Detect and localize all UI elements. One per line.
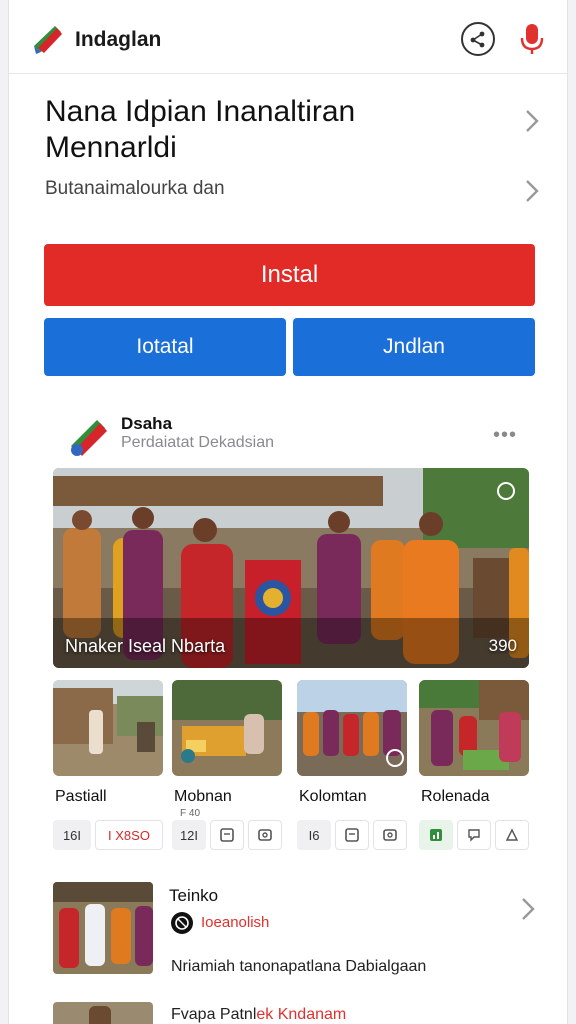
list-item-description: Nriamiah tanonapatlana Dabialgaan: [171, 958, 427, 975]
more-options-icon[interactable]: •••: [493, 424, 517, 447]
hero-count: 390: [488, 636, 517, 655]
chevron-right-icon[interactable]: [521, 108, 543, 134]
card-count-chip[interactable]: 12I: [172, 820, 206, 850]
card-count-chip[interactable]: 16I: [53, 820, 91, 850]
list-item-title-highlight: ek Kndanam: [256, 1006, 347, 1023]
app-name: Indaglan: [75, 28, 162, 51]
card-count-chip[interactable]: I6: [297, 820, 331, 850]
comment-icon[interactable]: [457, 820, 491, 850]
secondary-button-left[interactable]: Iotatal: [44, 318, 286, 376]
secondary-button-right[interactable]: Jndlan: [293, 318, 535, 376]
list-item-thumbnail[interactable]: [53, 1002, 153, 1024]
post-hero-image[interactable]: Nnaker Iseal Nbarta 390: [53, 468, 529, 668]
post-author-logo[interactable]: [67, 414, 109, 458]
card-price-chip[interactable]: I X8SO: [95, 820, 163, 850]
media-card[interactable]: Pastiall 16I I X8SO: [53, 680, 163, 854]
card-thumbnail[interactable]: [297, 680, 407, 776]
post-author-name[interactable]: Dsaha: [121, 414, 172, 434]
list-item-source[interactable]: Ioeanolish: [201, 914, 269, 931]
media-card[interactable]: Rolenada: [419, 680, 529, 854]
save-icon[interactable]: [335, 820, 369, 850]
post-meta: Perdaiatat Dekadsian: [121, 434, 274, 451]
chevron-right-icon[interactable]: [521, 178, 543, 204]
hero-badge-icon: [497, 482, 515, 500]
share-icon[interactable]: [461, 22, 495, 56]
card-title: Pastiall: [55, 788, 107, 805]
card-title: Mobnan: [174, 788, 232, 805]
card-thumbnail[interactable]: [172, 680, 282, 776]
media-card[interactable]: Kolomtan I6: [297, 680, 407, 854]
mic-icon[interactable]: [517, 22, 547, 56]
list-item-title-text: Fvapa Patnl: [171, 1006, 257, 1023]
list-item-title[interactable]: Fvapa Patnlek Kndanam: [171, 1006, 346, 1024]
page-subtitle: Butanaimalourka dan: [45, 178, 225, 199]
page-title: Nana Idpian Inanaltiran Mennarldi: [45, 95, 356, 164]
chevron-right-icon[interactable]: [517, 896, 539, 922]
card-title: Rolenada: [421, 788, 490, 805]
chart-icon[interactable]: [419, 820, 453, 850]
media-card[interactable]: Mobnan F 40 12I: [172, 680, 282, 854]
photo-icon[interactable]: [373, 820, 407, 850]
card-subtitle: F 40: [180, 808, 201, 819]
top-bar: Indaglan: [9, 0, 567, 74]
list-item-title[interactable]: Teinko: [169, 886, 218, 906]
card-thumbnail[interactable]: [419, 680, 529, 776]
share-icon[interactable]: [495, 820, 529, 850]
app-screen: Indaglan Nana Idpian Inanaltiran Mennarl…: [8, 0, 568, 1024]
source-icon: [171, 912, 193, 934]
list-item-thumbnail[interactable]: [53, 882, 153, 974]
hero-caption: Nnaker Iseal Nbarta: [65, 636, 226, 656]
card-thumbnail[interactable]: [53, 680, 163, 776]
save-icon[interactable]: [210, 820, 244, 850]
brand-logo[interactable]: [31, 22, 65, 56]
install-button[interactable]: Instal: [44, 244, 535, 306]
photo-icon[interactable]: [248, 820, 282, 850]
card-title: Kolomtan: [299, 788, 367, 805]
